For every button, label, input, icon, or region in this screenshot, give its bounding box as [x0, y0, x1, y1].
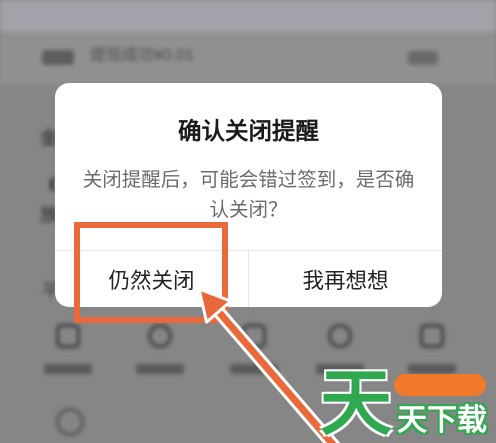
background-notice-action: [408, 51, 438, 65]
background-notice-tag: [42, 50, 74, 65]
background-icon-label: [230, 364, 278, 374]
background-cloud-icon: [148, 324, 172, 348]
dialog-message: 关闭提醒后，可能会错过签到，是否确认关闭？: [82, 169, 415, 221]
watermark-logo-char: 天: [320, 364, 393, 443]
background-grid-icon: [56, 324, 80, 348]
highlight-box: [74, 222, 228, 323]
background-bottom-icon: [56, 408, 84, 436]
reconsider-button[interactable]: 我再想想: [249, 251, 442, 307]
background-icon-label: [44, 364, 92, 374]
watermark-text: 天下载: [397, 404, 487, 437]
watermark-url-pill: [394, 374, 486, 396]
background-play-icon: [328, 324, 352, 348]
screen: 提现成功¥0.01 金 放 平 确认关闭提醒 关闭提醒后，可能会错过签到，是否确…: [0, 0, 496, 443]
dialog-title: 确认关闭提醒: [178, 118, 319, 144]
background-icon-label: [408, 364, 456, 374]
background-notice-text: 提现成功¥0.01: [90, 47, 195, 64]
background-icon-label: [136, 364, 184, 374]
background-status-strip: [0, 0, 496, 32]
background-document-icon: [242, 324, 266, 348]
background-box-icon: [420, 324, 444, 348]
